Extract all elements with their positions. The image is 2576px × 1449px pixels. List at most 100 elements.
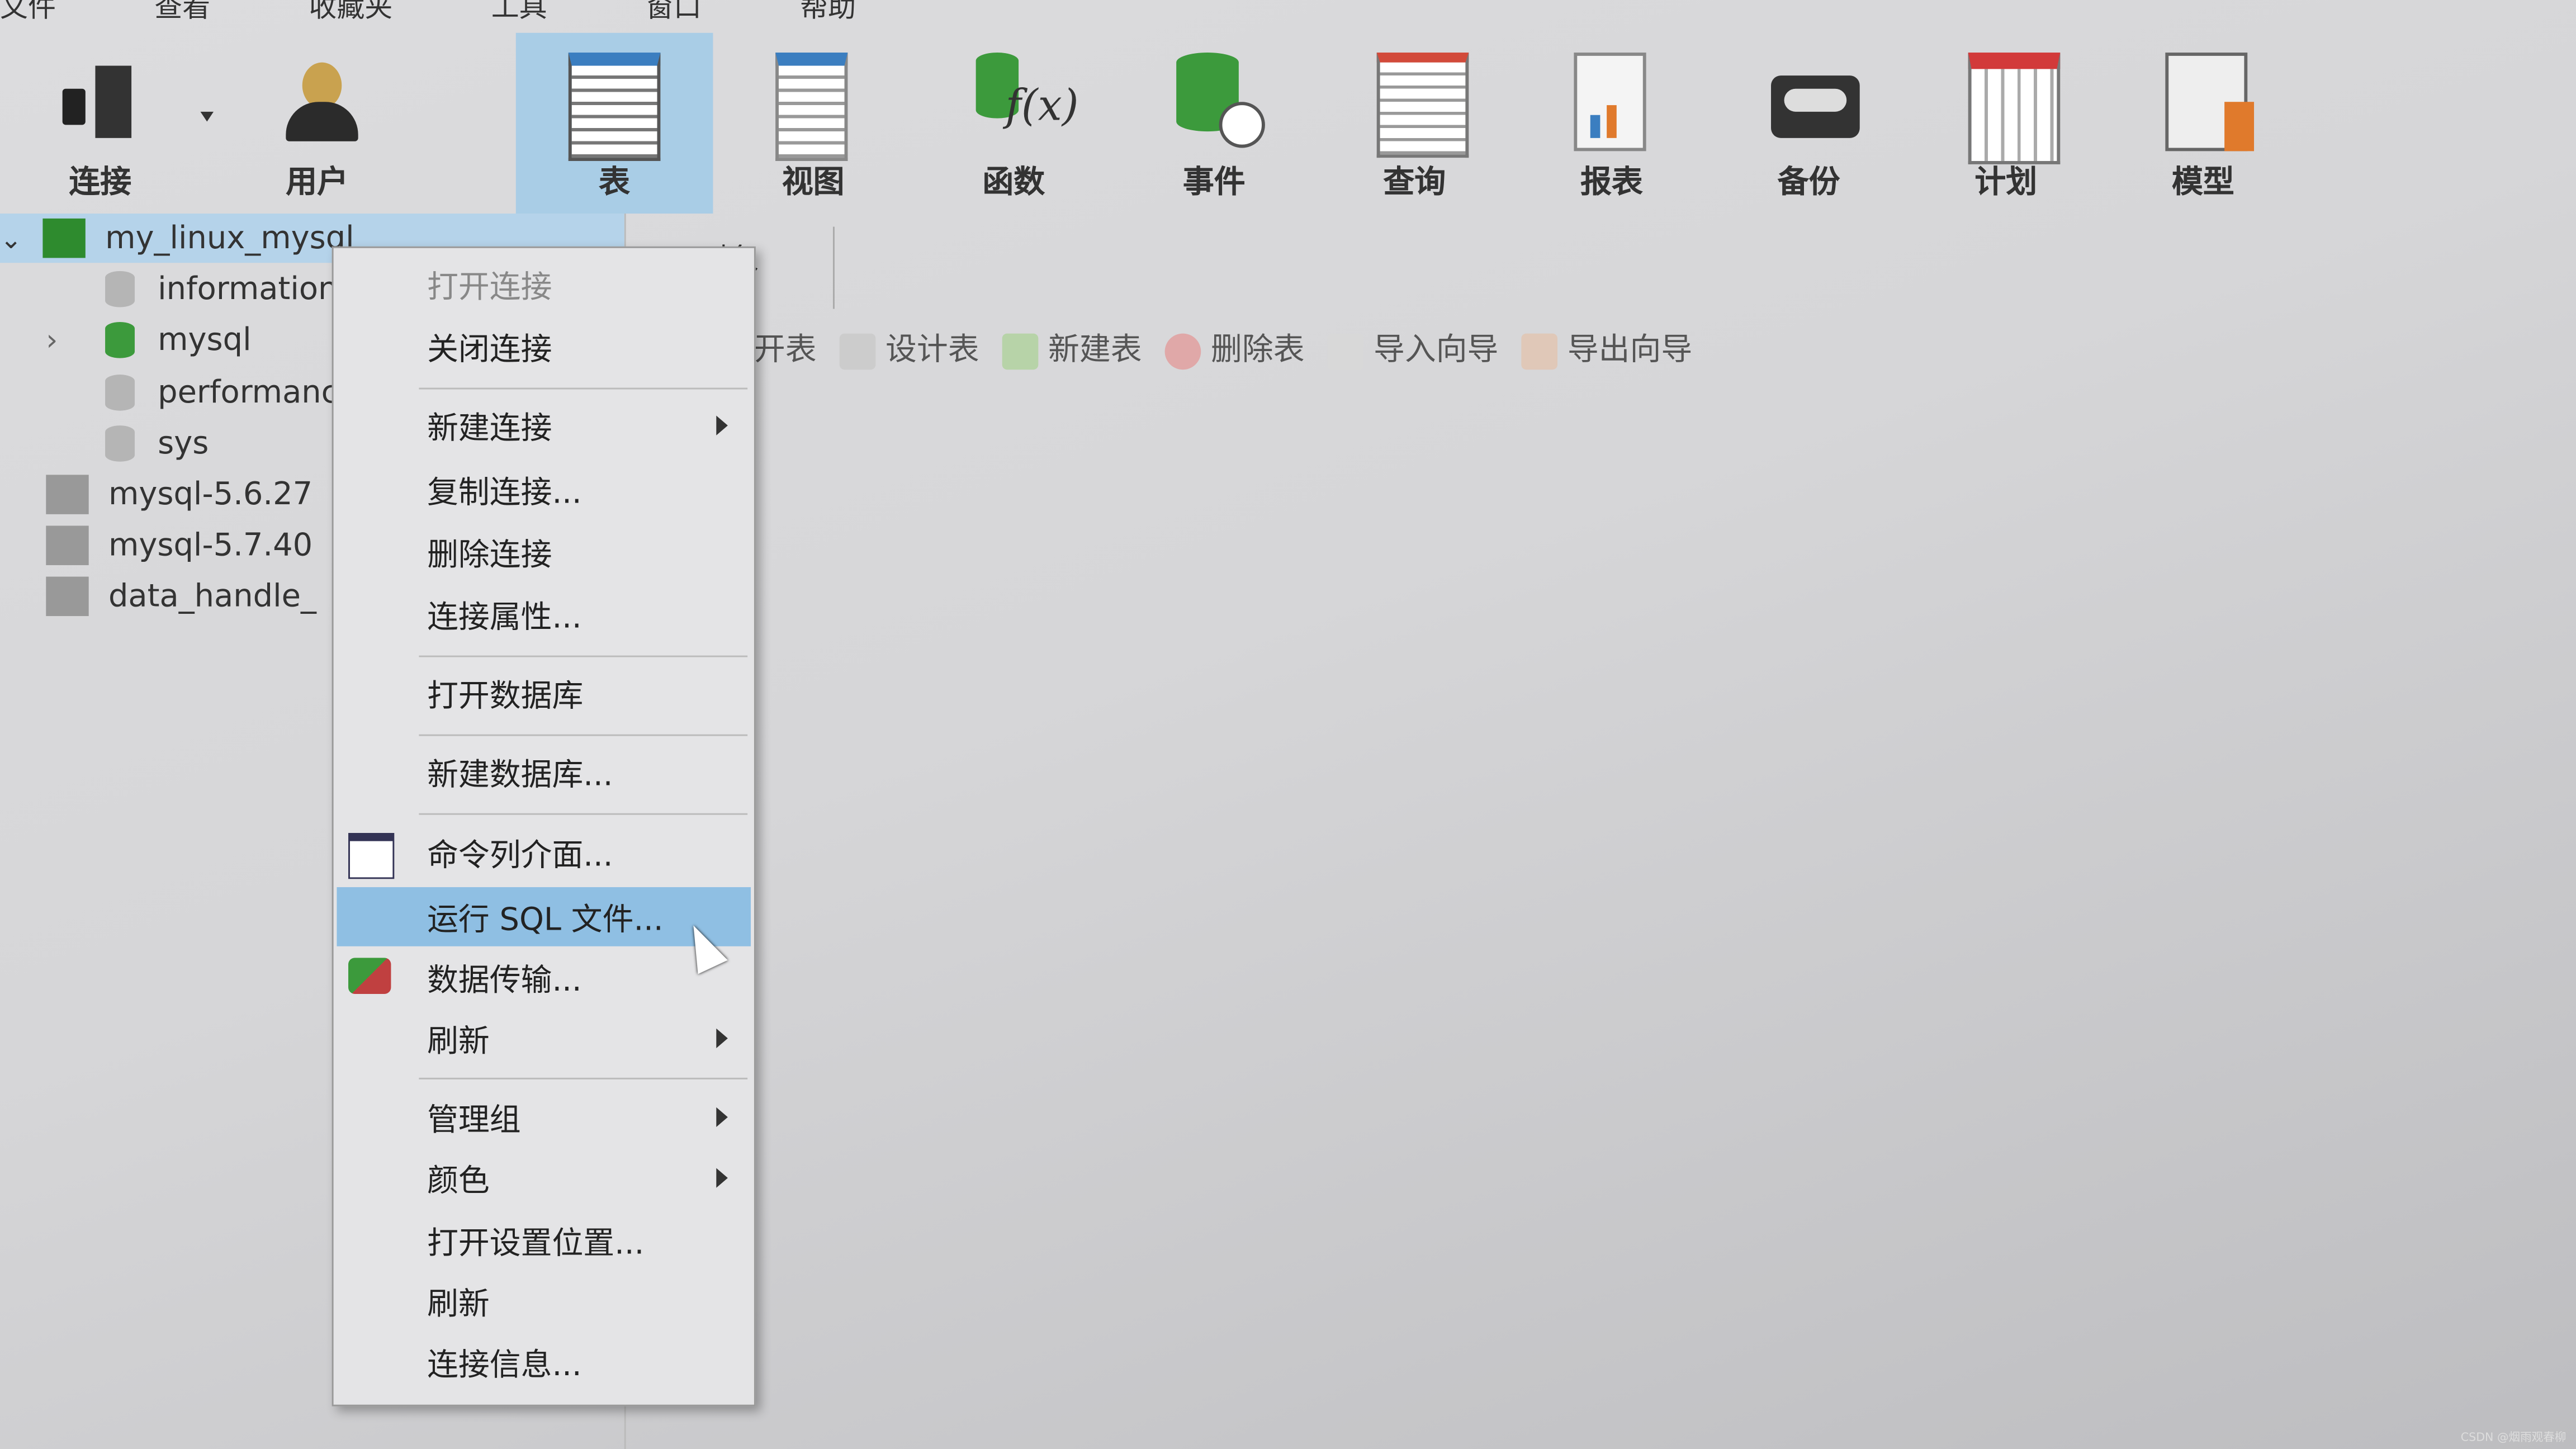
- delete-icon: [1164, 333, 1201, 369]
- menu-item-color[interactable]: 颜色: [337, 1148, 751, 1208]
- connection-icon: [46, 475, 89, 514]
- main-toolbar: 连接 用户 表 视图 f(x) 函数 事件 查询 报表 备份 计划 模型: [0, 32, 2576, 217]
- menu-item-open-database[interactable]: 打开数据库: [337, 664, 751, 723]
- menu-file[interactable]: 文件: [0, 0, 56, 25]
- menu-item-console[interactable]: 命令列介面...: [337, 823, 751, 882]
- tree-label: mysql-5.7.40: [108, 527, 313, 564]
- data-transfer-icon: [348, 958, 391, 994]
- toolbar-label: 视图: [782, 164, 845, 201]
- schedule-icon: [1968, 53, 2061, 164]
- event-icon: [1176, 53, 1265, 148]
- menu-item-open-settings-location[interactable]: 打开设置位置...: [337, 1211, 751, 1270]
- toolbar-model[interactable]: 模型: [2113, 33, 2293, 214]
- tree-label: mysql: [158, 322, 252, 358]
- toolbar-label: 备份: [1777, 164, 1840, 201]
- toolbar-schedule[interactable]: 计划: [1916, 33, 2096, 214]
- table-icon: [568, 53, 661, 162]
- toolbar-label: 事件: [1182, 164, 1246, 201]
- design-icon: [839, 333, 876, 369]
- export-icon: [1521, 333, 1558, 369]
- menu-favorites[interactable]: 收藏夹: [309, 0, 392, 25]
- toolbar-report[interactable]: 报表: [1521, 33, 1702, 214]
- database-icon: [105, 425, 135, 462]
- tree-label: my_linux_mysql: [105, 220, 354, 257]
- new-table-button[interactable]: 新建表: [1002, 325, 1142, 370]
- toolbar-label: 模型: [2172, 164, 2234, 201]
- chevron-down-icon[interactable]: ⌄: [0, 222, 42, 254]
- toolbar-label: 函数: [982, 164, 1045, 201]
- database-icon: [105, 322, 135, 358]
- user-icon: [280, 53, 365, 145]
- menu-separator: [419, 813, 748, 815]
- tree-label: mysql-5.6.27: [108, 476, 313, 513]
- query-icon: [1376, 53, 1469, 158]
- submenu-arrow-icon: [716, 1028, 728, 1048]
- menu-bar: 文件 查看 收藏夹 工具 窗口 帮助: [0, 0, 856, 25]
- import-icon: [1327, 333, 1364, 369]
- tree-label: sys: [158, 425, 209, 462]
- tree-item-db[interactable]: sys: [105, 419, 209, 468]
- toolbar-view[interactable]: 视图: [723, 33, 903, 214]
- model-icon: [2165, 53, 2255, 151]
- design-table-button[interactable]: 设计表: [839, 325, 979, 370]
- import-wizard-button[interactable]: 导入向导: [1327, 325, 1498, 370]
- menu-item-new-database[interactable]: 新建数据库...: [337, 742, 751, 802]
- menu-item-open-connection[interactable]: 打开连接: [337, 255, 751, 314]
- toolbar-label: 计划: [1974, 164, 2038, 201]
- toolbar-label: 连接: [69, 164, 132, 201]
- tab-bar: 对象: [624, 226, 2576, 309]
- chevron-right-icon[interactable]: ›: [46, 323, 105, 357]
- menu-item-delete-connection[interactable]: 删除连接: [337, 523, 751, 582]
- toolbar-event[interactable]: 事件: [1124, 33, 1304, 214]
- toolbar-connect[interactable]: 连接: [10, 33, 214, 214]
- menu-item-close-connection[interactable]: 关闭连接: [337, 317, 751, 376]
- toolbar-table[interactable]: 表: [515, 32, 713, 214]
- menu-item-copy-connection[interactable]: 复制连接...: [337, 460, 751, 519]
- menu-separator: [419, 1077, 748, 1079]
- plug-server-icon: [56, 53, 141, 145]
- menu-item-new-connection[interactable]: 新建连接: [337, 396, 751, 455]
- menu-item-connection-info[interactable]: 连接信息...: [337, 1332, 751, 1391]
- toolbar-function[interactable]: f(x) 函数: [924, 33, 1104, 214]
- function-icon: f(x): [976, 53, 1079, 145]
- menu-window[interactable]: 窗口: [646, 0, 702, 25]
- toolbar-label: 表: [599, 164, 631, 201]
- toolbar-label: 报表: [1580, 164, 1643, 201]
- watermark: CSDN @烟雨观春柳: [2460, 1431, 2566, 1445]
- connection-icon: [46, 525, 89, 565]
- menu-tools[interactable]: 工具: [491, 0, 547, 25]
- menu-view[interactable]: 查看: [154, 0, 210, 25]
- toolbar-query[interactable]: 查询: [1324, 33, 1505, 214]
- menu-separator: [419, 734, 748, 736]
- report-icon: [1574, 53, 1646, 151]
- chevron-down-icon[interactable]: [200, 111, 214, 122]
- menu-item-manage-group[interactable]: 管理组: [337, 1087, 751, 1147]
- tree-item-connection[interactable]: data_handle_: [46, 572, 316, 621]
- tree-item-connection[interactable]: mysql-5.6.27: [46, 470, 312, 519]
- database-icon: [105, 271, 135, 307]
- toolbar-backup[interactable]: 备份: [1718, 33, 1899, 214]
- menu-item-connection-properties[interactable]: 连接属性...: [337, 585, 751, 644]
- tree-label: data_handle_: [108, 578, 316, 615]
- export-wizard-button[interactable]: 导出向导: [1521, 325, 1692, 370]
- context-menu: 打开连接 关闭连接 新建连接 复制连接... 删除连接 连接属性... 打开数据…: [332, 246, 756, 1407]
- tree-item-db[interactable]: › mysql: [46, 315, 252, 364]
- object-toolbar: 打开表 设计表 新建表 删除表 导入向导 导出向导: [723, 325, 1692, 370]
- menu-separator: [419, 655, 748, 657]
- menu-item-data-transfer[interactable]: 数据传输...: [337, 948, 751, 1007]
- submenu-arrow-icon: [716, 415, 728, 435]
- menu-item-refresh[interactable]: 刷新: [337, 1272, 751, 1331]
- menu-help[interactable]: 帮助: [800, 0, 856, 25]
- connection-icon: [46, 576, 89, 617]
- connection-icon: [42, 218, 86, 258]
- navicat-window: 文件 查看 收藏夹 工具 窗口 帮助 连接 用户 表 视图 f(x) 函数 事件…: [0, 0, 2576, 1449]
- delete-table-button[interactable]: 删除表: [1164, 325, 1305, 370]
- tree-item-connection[interactable]: mysql-5.7.40: [46, 521, 312, 570]
- menu-item-refresh-submenu[interactable]: 刷新: [337, 1008, 751, 1068]
- submenu-arrow-icon: [716, 1107, 728, 1128]
- toolbar-label: 用户: [286, 164, 349, 201]
- database-icon: [105, 375, 135, 411]
- toolbar-user[interactable]: 用户: [227, 33, 408, 214]
- menu-separator: [419, 387, 748, 390]
- add-icon: [1002, 333, 1039, 369]
